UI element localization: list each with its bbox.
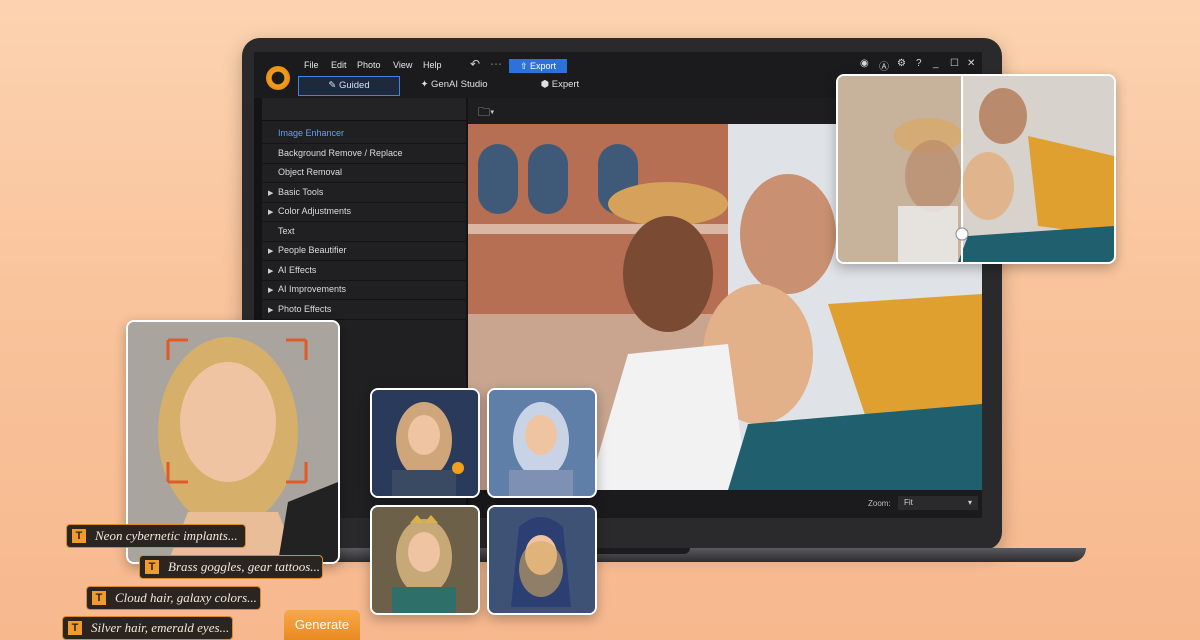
sidebar-item-label: AI Improvements [278, 284, 347, 294]
tab-genai-label: GenAI Studio [431, 79, 488, 90]
variation-thumb-3[interactable] [370, 505, 480, 615]
sidebar-item[interactable]: Background Remove / Replace [262, 144, 466, 164]
sidebar-item[interactable]: Object Removal [262, 163, 466, 183]
before-after-card [836, 74, 1116, 264]
menu-edit[interactable]: Edit [331, 60, 347, 70]
sidebar-item[interactable]: ▶ Basic Tools [262, 183, 466, 203]
variation-illustration-4 [489, 507, 595, 613]
maximize-icon[interactable]: ☐ [950, 58, 959, 69]
tab-guided-label: Guided [338, 80, 370, 91]
app-logo-icon [266, 66, 290, 90]
ai-credits-icon[interactable]: Ⓐ [879, 58, 889, 73]
undo-icon[interactable]: ↶ [470, 57, 480, 71]
redo-icon[interactable]: ⋯ [490, 57, 502, 71]
text-icon: T [92, 591, 106, 605]
chevron-down-icon: ▾ [967, 498, 972, 507]
caret-right-icon: ▶ [268, 267, 274, 275]
export-button[interactable]: ⇧ Export [509, 59, 567, 73]
prompt-chip-2[interactable]: T Brass goggles, gear tattoos... [139, 555, 323, 579]
tab-expert[interactable]: ⬢ Expert [530, 76, 590, 94]
menu-file[interactable]: File [304, 60, 319, 70]
menu-view[interactable]: View [393, 60, 412, 70]
prompt-text-1: Neon cybernetic implants... [95, 528, 238, 543]
prompt-chip-3[interactable]: T Cloud hair, galaxy colors... [86, 586, 261, 610]
zoom-value: Fit [904, 498, 913, 507]
sidebar-item[interactable]: Text [262, 222, 466, 242]
tab-genai-studio[interactable]: ✦ GenAI Studio [414, 76, 494, 94]
caret-right-icon: ▶ [268, 306, 274, 314]
sidebar-item[interactable]: ▶ Color Adjustments [262, 202, 466, 222]
account-icon[interactable]: ◉ [860, 58, 869, 69]
variation-illustration-1 [372, 390, 478, 496]
text-icon: T [72, 529, 86, 543]
sidebar-item-label: Object Removal [278, 167, 343, 177]
sidebar-item-label: People Beautifier [278, 245, 347, 255]
settings-icon[interactable]: ⚙ [897, 58, 906, 69]
sidebar-item[interactable]: Image Enhancer [262, 124, 466, 144]
sidebar-item-label: Image Enhancer [278, 128, 345, 138]
caret-right-icon: ▶ [268, 287, 274, 294]
prompt-text-4: Silver hair, emerald eyes... [91, 620, 230, 635]
prompt-chip-1[interactable]: T Neon cybernetic implants... [66, 524, 246, 548]
generate-button[interactable]: Generate [284, 610, 360, 640]
cube-icon: ⬢ [540, 79, 552, 90]
caret-right-icon: ▶ [268, 248, 274, 255]
tab-guided[interactable]: ✎ Guided [298, 76, 400, 96]
folder-icon[interactable]: 🗀▾ [478, 103, 494, 124]
menu-help[interactable]: Help [423, 60, 442, 70]
sidebar-item-label: Basic Tools [278, 186, 324, 197]
variation-thumb-2[interactable] [487, 388, 597, 498]
sidebar-item-label: Photo Effects [278, 303, 332, 314]
zoom-label: Zoom: [868, 499, 891, 508]
text-icon: T [145, 560, 159, 574]
menu-photo[interactable]: Photo [357, 60, 381, 70]
zoom-select[interactable]: Fit ▾ [898, 496, 978, 510]
variation-thumb-1[interactable] [370, 388, 480, 498]
upload-icon: ⇧ [519, 61, 531, 71]
sidebar-item-label: Background Remove / Replace [278, 147, 403, 158]
sidebar-item-label: Text [278, 225, 295, 236]
before-after-illustration [838, 76, 1114, 262]
prompt-text-3: Cloud hair, galaxy colors... [115, 590, 257, 605]
variation-illustration-3 [372, 507, 478, 613]
sidebar-item[interactable]: ▶ People Beautifier [262, 241, 466, 261]
sidebar-item-label: AI Effects [278, 264, 317, 275]
variation-illustration-2 [489, 390, 595, 496]
sidebar-header [262, 98, 466, 121]
text-icon: T [68, 621, 82, 635]
close-icon[interactable]: ✕ [967, 58, 975, 69]
prompt-text-2: Brass goggles, gear tattoos... [168, 559, 321, 574]
sparkle-icon: ✦ [420, 79, 432, 90]
help-icon[interactable]: ? [916, 58, 922, 69]
minimize-icon[interactable]: _ [933, 58, 939, 69]
caret-right-icon: ▶ [268, 209, 274, 216]
brush-icon: ✎ [328, 80, 339, 91]
sidebar-item[interactable]: ▶ AI Improvements [262, 280, 466, 300]
export-label: Export [530, 61, 557, 71]
tab-expert-label: Expert [551, 79, 580, 90]
caret-right-icon: ▶ [268, 189, 274, 197]
prompt-chip-4[interactable]: T Silver hair, emerald eyes... [62, 616, 233, 640]
sidebar-item[interactable]: ▶ AI Effects [262, 261, 466, 281]
variation-thumb-4[interactable] [487, 505, 597, 615]
sidebar-item-label: Color Adjustments [278, 206, 352, 216]
sidebar-item[interactable]: ▶ Photo Effects [262, 300, 466, 320]
